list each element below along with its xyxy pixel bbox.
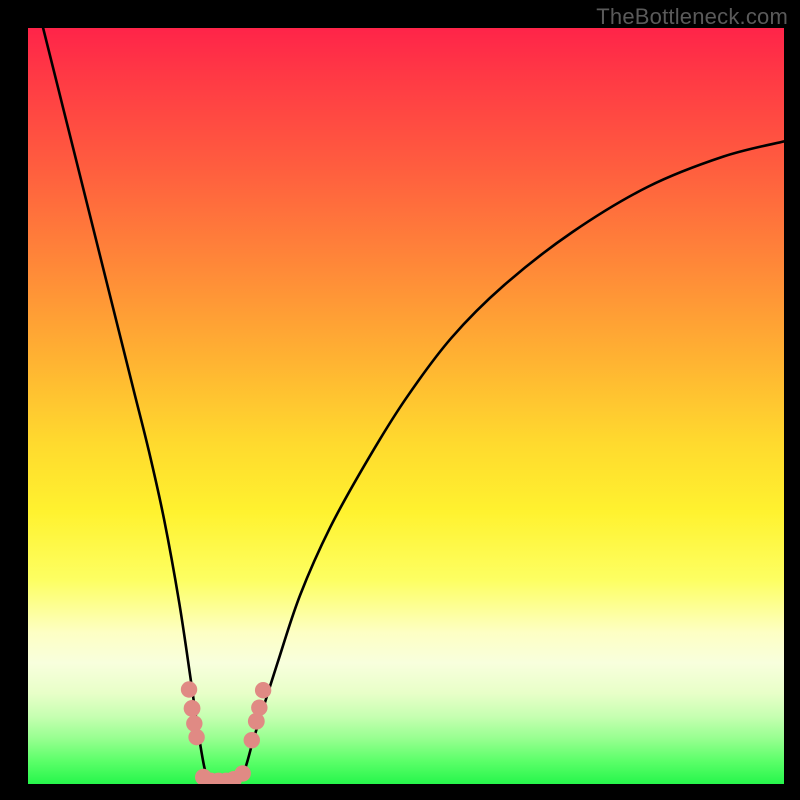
curve-marker — [244, 732, 260, 748]
curve-marker — [188, 729, 204, 745]
curve-marker — [248, 713, 265, 730]
watermark-text: TheBottleneck.com — [596, 4, 788, 30]
curve-marker — [181, 681, 197, 697]
curve-svg — [28, 28, 784, 784]
curve-marker — [255, 682, 271, 698]
plot-area — [28, 28, 784, 784]
curve-marker — [251, 699, 267, 715]
bottleneck-curve — [43, 28, 784, 782]
curve-marker — [184, 700, 201, 717]
curve-marker — [235, 765, 251, 781]
chart-frame: TheBottleneck.com — [0, 0, 800, 800]
